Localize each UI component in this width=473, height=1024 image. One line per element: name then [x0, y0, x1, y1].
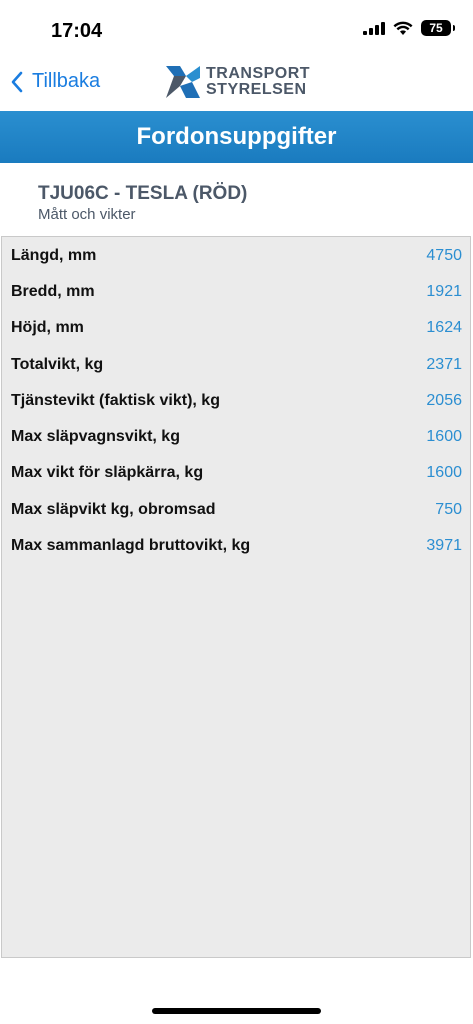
transportstyrelsen-logo: TRANSPORT STYRELSEN: [166, 66, 310, 98]
back-button[interactable]: Tillbaka: [10, 70, 100, 93]
page-title: Fordonsuppgifter: [136, 123, 337, 150]
row-label: Max släpvagnsvikt, kg: [11, 428, 180, 445]
status-bar: 17:04 75: [0, 0, 473, 60]
data-row: Max sammanlagd bruttovikt, kg 3971: [11, 535, 462, 557]
data-row: Tjänstevikt (faktisk vikt), kg 2056: [11, 390, 462, 412]
row-label: Längd, mm: [11, 247, 97, 264]
row-label: Höjd, mm: [11, 319, 84, 336]
cellular-signal-icon: [363, 21, 385, 35]
row-value: 4750: [426, 247, 462, 264]
data-row: Max släpvikt kg, obromsad 750: [11, 499, 462, 521]
row-value: 3971: [426, 537, 462, 554]
back-label: Tillbaka: [32, 70, 101, 92]
home-indicator[interactable]: [152, 1008, 321, 1014]
battery-level: 75: [429, 21, 443, 35]
nav-header: Tillbaka TRANSPORT STYRELSEN: [0, 60, 473, 110]
row-label: Max sammanlagd bruttovikt, kg: [11, 537, 251, 554]
row-value: 2056: [426, 392, 462, 409]
row-value: 1624: [426, 319, 462, 336]
data-row: Max släpvagnsvikt, kg 1600: [11, 426, 462, 448]
chevron-left-icon: [11, 71, 23, 92]
battery-icon: 75: [421, 20, 455, 36]
row-label: Bredd, mm: [11, 283, 95, 300]
row-value: 750: [435, 501, 462, 518]
row-label: Max släpvikt kg, obromsad: [11, 501, 216, 518]
row-value: 1600: [426, 464, 462, 481]
status-icons: 75: [363, 20, 455, 36]
row-label: Max vikt för släpkärra, kg: [11, 464, 204, 481]
data-row: Längd, mm 4750: [11, 245, 462, 267]
logo-line2: STYRELSEN: [206, 81, 307, 98]
title-bar: Fordonsuppgifter: [0, 111, 473, 163]
status-time: 17:04: [51, 20, 103, 42]
logo-line1: TRANSPORT: [206, 65, 311, 82]
vehicle-title: TJU06C - TESLA (RÖD): [38, 183, 248, 204]
logo-mark-icon: [166, 66, 200, 98]
logo-text: TRANSPORT STYRELSEN: [206, 66, 310, 98]
data-row: Max vikt för släpkärra, kg 1600: [11, 462, 462, 484]
vehicle-header: TJU06C - TESLA (RÖD) Mått och vikter: [38, 183, 247, 223]
row-label: Totalvikt, kg: [11, 356, 104, 373]
data-row: Bredd, mm 1921: [11, 281, 462, 303]
row-value: 1921: [426, 283, 462, 300]
row-label: Tjänstevikt (faktisk vikt), kg: [11, 392, 220, 409]
row-value: 2371: [426, 356, 462, 373]
vehicle-subtitle: Mått och vikter: [38, 206, 136, 223]
data-row: Totalvikt, kg 2371: [11, 354, 462, 376]
wifi-icon: [393, 21, 413, 35]
dimensions-weights-panel: Längd, mm 4750 Bredd, mm 1921 Höjd, mm 1…: [1, 236, 471, 958]
data-row: Höjd, mm 1624: [11, 317, 462, 339]
row-value: 1600: [426, 428, 462, 445]
